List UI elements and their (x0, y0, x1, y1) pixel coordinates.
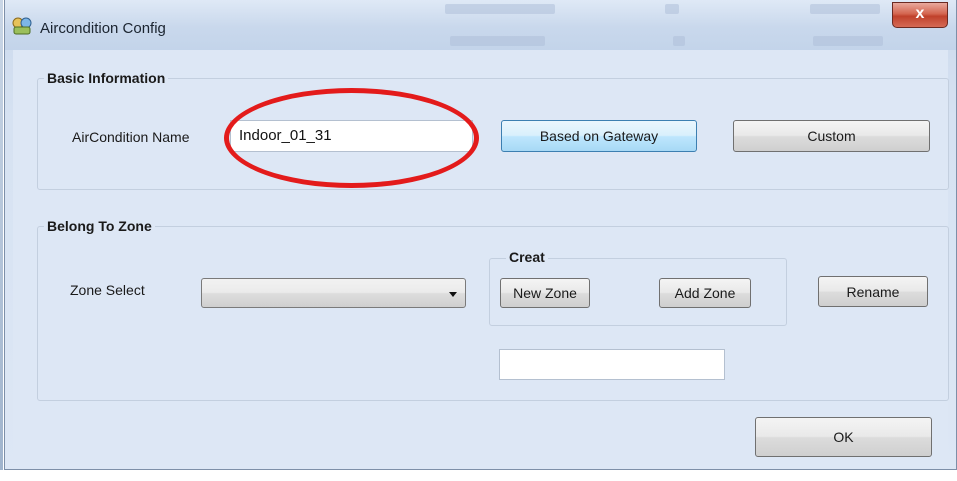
belong-to-zone-heading: Belong To Zone (44, 218, 155, 234)
close-button[interactable]: x (892, 2, 948, 28)
aircondition-app-icon (12, 17, 32, 35)
creat-heading: Creat (506, 249, 548, 265)
background-text-ghost (813, 36, 883, 46)
new-zone-button[interactable]: New Zone (500, 278, 590, 308)
window-title: Aircondition Config (40, 20, 166, 37)
ok-button[interactable]: OK (755, 417, 932, 457)
zone-name-input[interactable] (499, 349, 725, 380)
custom-button[interactable]: Custom (733, 120, 930, 152)
dialog-body: Basic Information AirCondition Name Indo… (13, 50, 949, 468)
aircondition-config-dialog: Aircondition Config x Basic Information … (4, 0, 957, 470)
background-text-ghost (810, 4, 880, 14)
zone-select-label: Zone Select (70, 282, 145, 298)
background-window-edge (0, 0, 3, 481)
chevron-down-icon (449, 292, 457, 297)
background-text-ghost (445, 4, 555, 14)
aircondition-name-label: AirCondition Name (72, 129, 190, 145)
basic-information-heading: Basic Information (44, 70, 169, 86)
title-bar[interactable]: Aircondition Config x (5, 0, 956, 50)
bottom-margin (0, 470, 957, 481)
rename-button[interactable]: Rename (818, 276, 928, 307)
background-text-ghost (673, 36, 685, 46)
add-zone-button[interactable]: Add Zone (659, 278, 751, 308)
aircondition-name-input[interactable]: Indoor_01_31 (230, 120, 473, 152)
zone-select-dropdown[interactable] (201, 278, 466, 308)
based-on-gateway-button[interactable]: Based on Gateway (501, 120, 697, 152)
close-icon: x (915, 5, 925, 22)
background-text-ghost (665, 4, 679, 14)
background-text-ghost (450, 36, 545, 46)
